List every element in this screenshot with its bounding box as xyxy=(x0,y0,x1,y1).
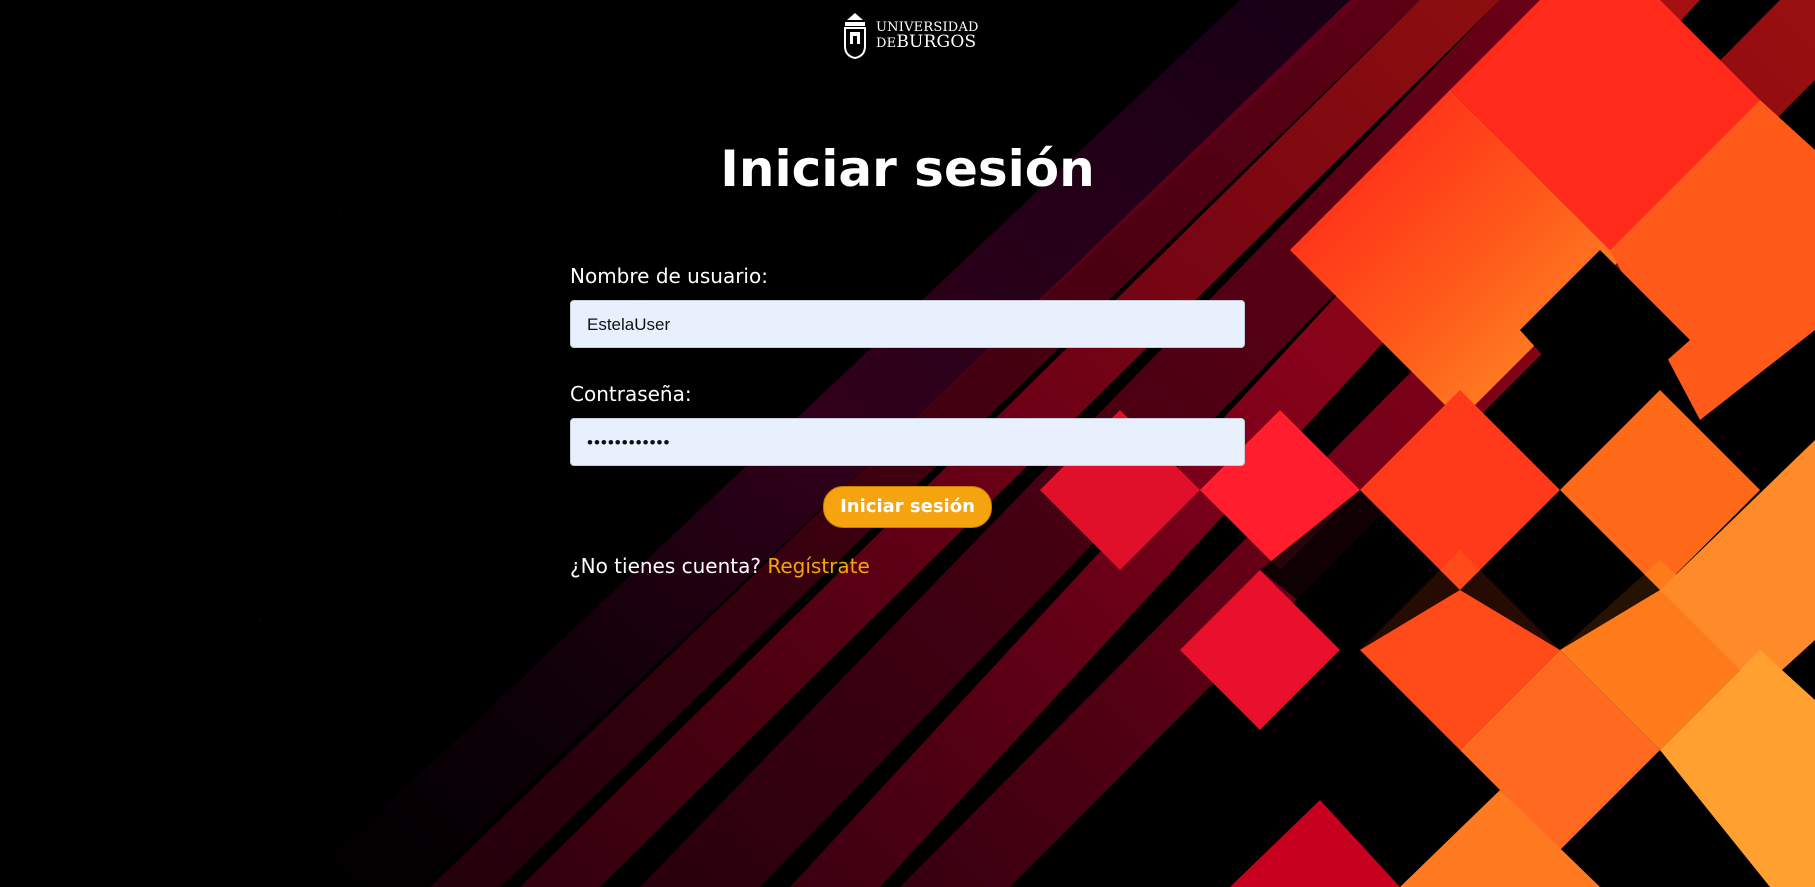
logo-line-burgos: BURGOS xyxy=(896,31,977,52)
page-title: Iniciar sesión xyxy=(720,140,1095,198)
login-button[interactable]: Iniciar sesión xyxy=(823,486,992,528)
signup-prompt: ¿No tienes cuenta? xyxy=(570,554,761,578)
password-field[interactable]: •••••••••••• xyxy=(570,418,1245,466)
login-page: UNIVERSIDAD DEBURGOS Iniciar sesión Nomb… xyxy=(0,0,1815,887)
university-logo: UNIVERSIDAD DEBURGOS xyxy=(840,10,979,60)
register-link[interactable]: Regístrate xyxy=(767,554,869,578)
login-form: Nombre de usuario: EstelaUser Contraseña… xyxy=(570,262,1245,578)
password-label: Contraseña: xyxy=(570,382,692,406)
username-label: Nombre de usuario: xyxy=(570,264,768,288)
university-crest-icon xyxy=(844,13,866,60)
username-field[interactable]: EstelaUser xyxy=(570,300,1245,348)
signup-prompt-row: ¿No tienes cuenta? Regístrate xyxy=(570,554,1245,578)
logo-line-de: DE xyxy=(876,35,897,51)
